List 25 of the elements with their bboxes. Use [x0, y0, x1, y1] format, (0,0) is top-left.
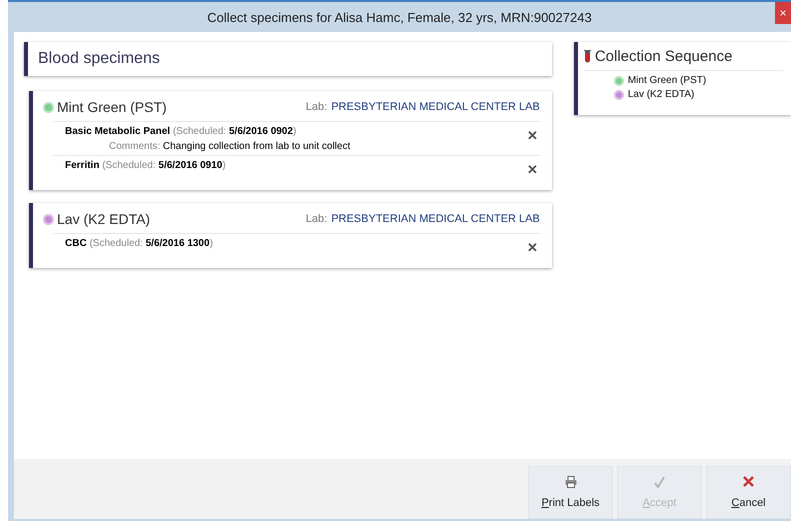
order-line: Ferritin (Scheduled: 5/6/2016 0910) — [65, 160, 226, 171]
remove-button[interactable]: ✕ — [524, 128, 540, 143]
lab-label: Lab: — [306, 213, 328, 225]
section-header: Blood specimens — [24, 42, 552, 76]
container-name: Mint Green (PST) — [57, 99, 167, 115]
panel-title: Collection Sequence — [594, 48, 732, 65]
checkmark-icon — [654, 476, 665, 488]
lab-name: PRESBYTERIAN MEDICAL CENTER LAB — [331, 213, 540, 225]
window-title: Collect specimens for Alisa Hamc, Female, 32 yrs, MRN:90027243 — [207, 10, 592, 24]
close-button[interactable]: × — [775, 2, 791, 24]
order-line: Basic Metabolic Panel (Scheduled: 5/6/2016 0902) — [65, 126, 298, 137]
close-icon — [743, 476, 754, 487]
test-tube-icon — [584, 50, 591, 63]
lab-label: Lab: — [306, 101, 328, 113]
cancel-button[interactable]: Cancel — [706, 466, 791, 519]
remove-button[interactable]: ✕ — [524, 162, 540, 177]
printer-icon — [564, 476, 576, 488]
remove-button[interactable]: ✕ — [524, 240, 540, 255]
order-line: CBC (Scheduled: 5/6/2016 1300) — [65, 238, 213, 249]
container-name: Lav (K2 EDTA) — [57, 211, 150, 227]
order-comment: Comments: Changing collection from lab to unit collect — [109, 141, 350, 152]
sequence-item: Mint Green (PST) — [628, 75, 706, 86]
lab-name: PRESBYTERIAN MEDICAL CENTER LAB — [331, 101, 540, 113]
sequence-item: Lav (K2 EDTA) — [628, 89, 694, 100]
print-labels-button[interactable]: Print Labels — [528, 466, 613, 519]
